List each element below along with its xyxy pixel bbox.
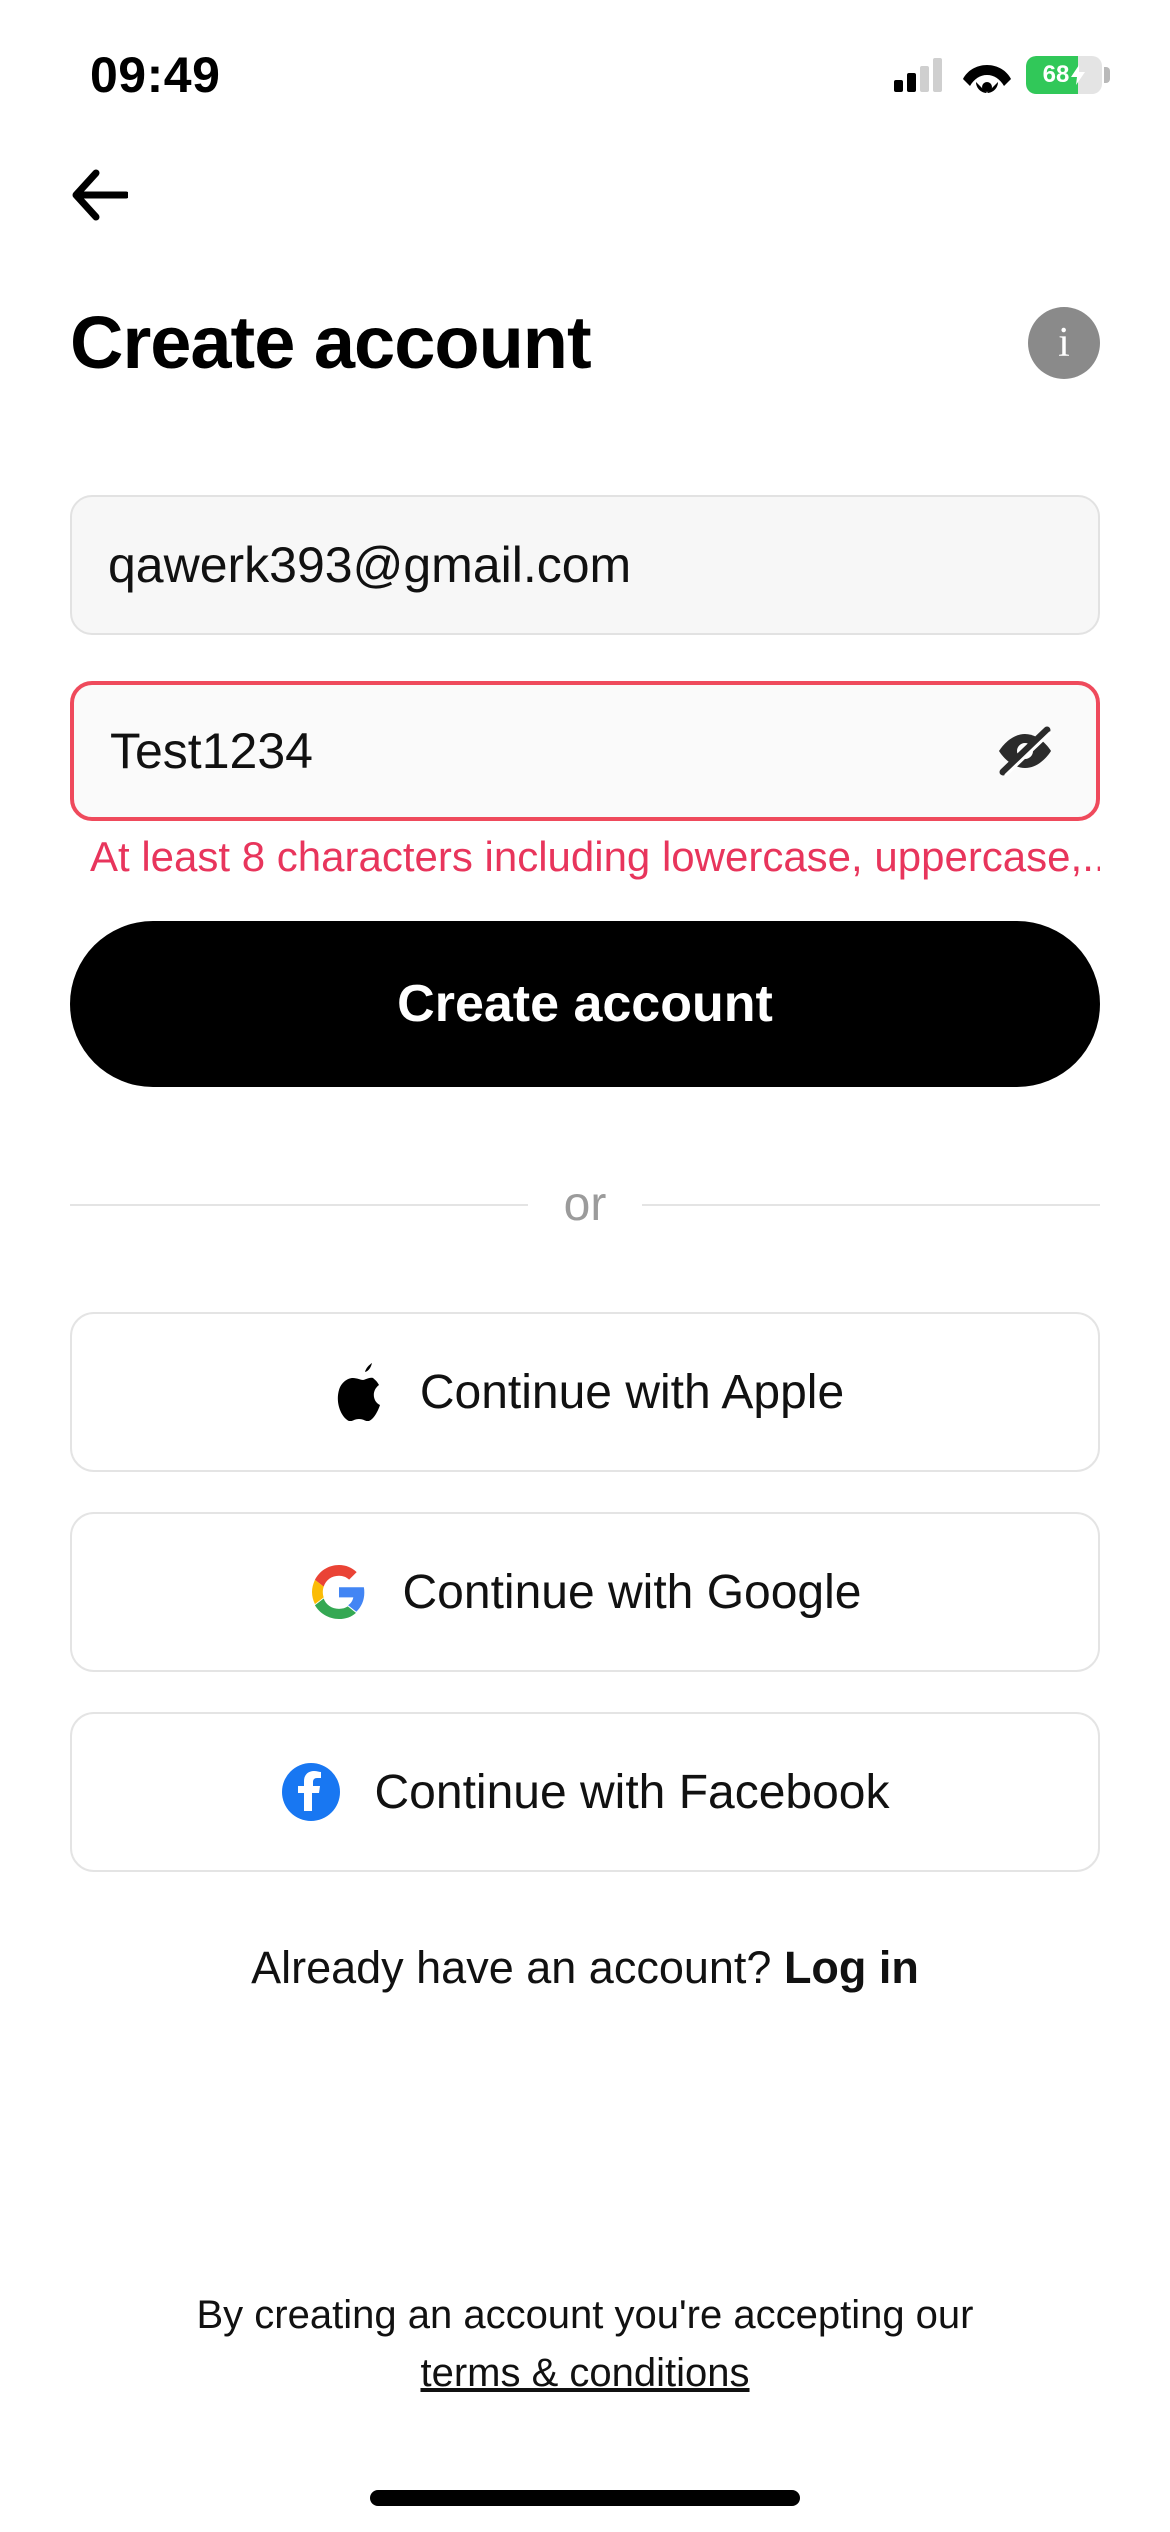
status-bar: 09:49 68 <box>0 0 1170 120</box>
terms-text: By creating an account you're accepting … <box>0 2286 1170 2344</box>
divider-label: or <box>564 1177 607 1232</box>
info-icon: i <box>1058 319 1070 367</box>
login-prompt: Already have an account? Log in <box>70 1942 1100 1994</box>
google-button-label: Continue with Google <box>403 1565 862 1620</box>
google-icon <box>309 1562 369 1622</box>
status-time: 09:49 <box>90 46 220 104</box>
facebook-icon <box>281 1762 341 1822</box>
continue-with-google-button[interactable]: Continue with Google <box>70 1512 1100 1672</box>
page-title: Create account <box>70 300 591 385</box>
battery-percent: 68 <box>1043 61 1070 89</box>
charging-bolt-icon <box>1071 65 1085 85</box>
arrow-left-icon <box>70 169 128 221</box>
battery-indicator: 68 <box>1026 56 1110 94</box>
login-prompt-text: Already have an account? <box>251 1942 784 1993</box>
back-button[interactable] <box>70 160 140 230</box>
terms-link[interactable]: terms & conditions <box>420 2351 749 2395</box>
divider-line <box>642 1204 1100 1206</box>
cellular-signal-icon <box>894 58 948 92</box>
continue-with-apple-button[interactable]: Continue with Apple <box>70 1312 1100 1472</box>
continue-with-facebook-button[interactable]: Continue with Facebook <box>70 1712 1100 1872</box>
password-input[interactable] <box>110 722 990 780</box>
terms-footer: By creating an account you're accepting … <box>0 2286 1170 2402</box>
email-input[interactable] <box>108 536 1062 594</box>
password-field-container[interactable] <box>70 681 1100 821</box>
facebook-button-label: Continue with Facebook <box>375 1765 890 1820</box>
divider: or <box>70 1177 1100 1232</box>
divider-line <box>70 1204 528 1206</box>
wifi-icon <box>962 57 1012 93</box>
apple-button-label: Continue with Apple <box>420 1365 844 1420</box>
home-indicator[interactable] <box>370 2490 800 2506</box>
login-link[interactable]: Log in <box>784 1942 919 1993</box>
apple-icon <box>326 1362 386 1422</box>
eye-off-icon <box>993 724 1057 778</box>
email-field-container[interactable] <box>70 495 1100 635</box>
create-account-button[interactable]: Create account <box>70 921 1100 1087</box>
create-account-button-label: Create account <box>397 974 773 1034</box>
toggle-password-visibility-button[interactable] <box>990 716 1060 786</box>
password-error-text: At least 8 characters including lowercas… <box>90 833 1100 881</box>
status-icons: 68 <box>894 56 1110 94</box>
info-button[interactable]: i <box>1028 307 1100 379</box>
